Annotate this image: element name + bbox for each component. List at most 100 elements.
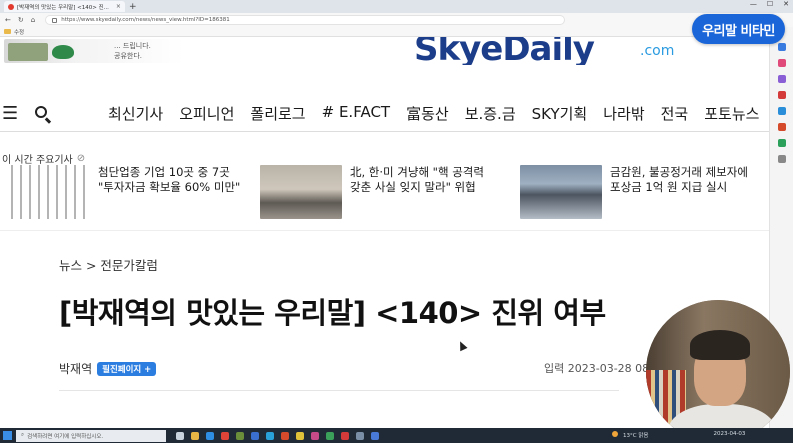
hot-article-2-line2: 갖춘 사실 잊지 말라" 위협 xyxy=(350,180,476,194)
mouse-cursor-icon xyxy=(456,339,468,352)
hot-article-1-thumbnail[interactable] xyxy=(8,165,90,219)
author-name[interactable]: 박재역 xyxy=(59,360,92,377)
ad-text-line2: 공유한다. xyxy=(114,52,142,60)
weather-sun-icon xyxy=(612,431,618,437)
drop-sidebar-icon[interactable] xyxy=(777,139,786,147)
favorites-bar: 수정 xyxy=(0,27,793,37)
hot-label-text: 이 시간 주요기사 xyxy=(2,155,73,166)
url-field[interactable]: https://www.skyedaily.com/news/news_view… xyxy=(45,15,566,25)
windows-taskbar: ⌕ 검색하려면 여기에 입력하십시오. 13°C 맑음 2023-04-03 xyxy=(0,428,793,443)
back-icon[interactable]: ← xyxy=(5,16,11,24)
lock-icon xyxy=(52,17,58,23)
add-sidebar-icon[interactable] xyxy=(777,155,786,163)
nav-item-efact[interactable]: # E.FACT xyxy=(322,103,390,124)
app2-icon[interactable] xyxy=(371,431,379,440)
games-sidebar-icon[interactable] xyxy=(777,91,786,99)
hot-article-3-line2: 포상금 1억 원 지급 실시 xyxy=(610,180,728,194)
site-banner: ... 드립니다. 공유한다. SkyeDaily .com xyxy=(0,37,769,65)
ad-text: ... 드립니다. 공유한다. xyxy=(114,41,151,61)
hot-article-1-line2: "투자자금 확보율 60% 미만" xyxy=(98,180,241,194)
tray-date[interactable]: 2023-04-03 xyxy=(713,431,745,439)
taskbar-search[interactable]: ⌕ 검색하려면 여기에 입력하십시오. xyxy=(16,429,166,442)
nav-buttons: ← ↻ ⌂ xyxy=(5,16,35,24)
menu-icon[interactable]: ☰ xyxy=(2,103,18,124)
task-view-icon[interactable] xyxy=(176,431,184,440)
nav-item-polilog[interactable]: 폴리로그 xyxy=(250,103,305,124)
hot-article-2-title[interactable]: 北, 한·미 겨냥해 "핵 공격력 갖춘 사실 잊지 말라" 위협 xyxy=(350,165,484,195)
presenter-hair xyxy=(690,330,750,360)
money-image xyxy=(8,43,48,61)
hot-article-3-title[interactable]: 금감원, 불공정거래 제보자에 포상금 1억 원 지급 실시 xyxy=(610,165,748,195)
shopping-sidebar-icon[interactable] xyxy=(777,59,786,67)
settings-icon[interactable] xyxy=(356,431,364,440)
breadcrumb[interactable]: 뉴스 > 전문가칼럼 xyxy=(59,255,158,274)
favorites-folder[interactable]: 수정 xyxy=(14,28,24,36)
hot-article-3-line1: 금감원, 불공정거래 제보자에 xyxy=(610,165,748,179)
chrome-icon[interactable] xyxy=(221,431,229,440)
app-icon[interactable] xyxy=(236,431,244,440)
browser-tabbar: [박재역의 맛있는 우리말] <140> 진... × + — ☐ ✕ xyxy=(0,0,793,13)
article-date: 입력 2023-03-28 08: xyxy=(544,362,653,375)
nav-item-opinion[interactable]: 오피니언 xyxy=(179,103,234,124)
tab-title: [박재역의 맛있는 우리말] <140> 진... xyxy=(17,4,109,11)
site-favicon-icon xyxy=(8,3,14,10)
link-icon: ⊘ xyxy=(76,153,86,164)
overlay-badge: 우리말 비타민 xyxy=(692,14,785,44)
nav-item-sky-special[interactable]: SKY기획 xyxy=(532,103,588,124)
hot-articles-label: 이 시간 주요기사 ⊘ xyxy=(2,151,85,166)
author-page-button[interactable]: 필진페이지 + xyxy=(97,361,157,376)
system-tray: 13°C 맑음 2023-04-03 xyxy=(612,431,745,439)
edge-icon[interactable] xyxy=(206,431,214,440)
hot-article-1[interactable]: 첨단업종 기업 10곳 중 7곳 "투자자금 확보율 60% 미만" xyxy=(8,165,240,219)
outlook-sidebar-icon[interactable] xyxy=(777,123,786,131)
word-icon[interactable] xyxy=(251,431,259,440)
office-sidebar-icon[interactable] xyxy=(777,107,786,115)
powerpoint-icon[interactable] xyxy=(281,431,289,440)
hot-article-2[interactable]: 北, 한·미 겨냥해 "핵 공격력 갖춘 사실 잊지 말라" 위협 xyxy=(260,165,484,219)
taskbar-search-placeholder: 검색하려면 여기에 입력하십시오. xyxy=(27,433,104,440)
weather-text[interactable]: 13°C 맑음 xyxy=(623,431,648,439)
site-logo[interactable]: SkyeDaily xyxy=(414,37,595,65)
refresh-icon[interactable]: ↻ xyxy=(18,16,24,24)
hot-article-3[interactable]: 금감원, 불공정거래 제보자에 포상금 1억 원 지급 실시 xyxy=(520,165,748,219)
pig-image xyxy=(52,45,74,59)
search-icon[interactable] xyxy=(34,105,52,123)
hot-article-2-line1: 北, 한·미 겨냥해 "핵 공격력 xyxy=(350,165,484,179)
banner-ad[interactable]: ... 드립니다. 공유한다. xyxy=(4,39,184,63)
browser-tab[interactable]: [박재역의 맛있는 우리말] <140> 진... × xyxy=(4,1,125,12)
close-tab-icon[interactable]: × xyxy=(116,3,121,10)
url-text: https://www.skyedaily.com/news/news_view… xyxy=(61,17,230,23)
close-window-button[interactable]: ✕ xyxy=(783,0,789,8)
nav-menu: 최신기사 오피니언 폴리로그 # E.FACT 富동산 보.증.금 SKY기획 … xyxy=(108,103,759,124)
nav-item-national[interactable]: 전국 xyxy=(661,103,689,124)
hot-article-1-line1: 첨단업종 기업 10곳 중 7곳 xyxy=(98,165,230,179)
new-tab-button[interactable]: + xyxy=(129,2,137,12)
windows-start-icon[interactable] xyxy=(3,431,12,440)
record-icon[interactable] xyxy=(341,431,349,440)
kakaotalk-icon[interactable] xyxy=(296,431,304,440)
nav-item-finance[interactable]: 보.증.금 xyxy=(465,103,516,124)
home-icon[interactable]: ⌂ xyxy=(31,16,35,24)
nav-item-world[interactable]: 나라밖 xyxy=(603,103,644,124)
maximize-button[interactable]: ☐ xyxy=(767,0,773,8)
webcam-overlay xyxy=(646,300,790,443)
taskbar-search-icon: ⌕ xyxy=(21,432,25,438)
minimize-button[interactable]: — xyxy=(750,0,757,8)
folder-icon xyxy=(4,29,11,34)
main-nav: ☰ 최신기사 오피니언 폴리로그 # E.FACT 富동산 보.증.금 SKY기… xyxy=(0,96,769,132)
hot-article-1-title[interactable]: 첨단업종 기업 10곳 중 7곳 "투자자금 확보율 60% 미만" xyxy=(98,165,240,195)
nav-item-latest[interactable]: 최신기사 xyxy=(108,103,163,124)
excel-icon[interactable] xyxy=(326,431,334,440)
article-title: [박재역의 맛있는 우리말] <140> 진위 여부 xyxy=(59,296,606,330)
nav-item-photo[interactable]: 포토뉴스 xyxy=(704,103,759,124)
file-explorer-icon[interactable] xyxy=(191,431,199,440)
hot-article-2-thumbnail[interactable] xyxy=(260,165,342,219)
nav-item-realestate[interactable]: 富동산 xyxy=(406,103,449,124)
browser-icon[interactable] xyxy=(266,431,274,440)
tools-sidebar-icon[interactable] xyxy=(777,75,786,83)
search-sidebar-icon[interactable] xyxy=(777,43,786,51)
byline-divider xyxy=(59,390,619,391)
hot-article-3-thumbnail[interactable] xyxy=(520,165,602,219)
media-icon[interactable] xyxy=(311,431,319,440)
ad-text-line1: ... 드립니다. xyxy=(114,42,151,50)
